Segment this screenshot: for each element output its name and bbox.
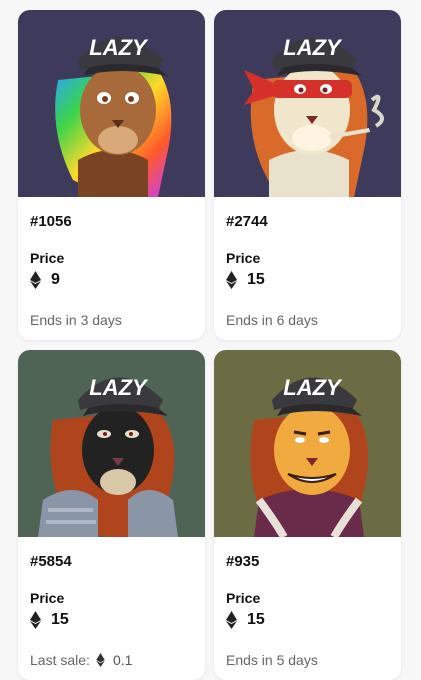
last-sale: Last sale: 0.1	[30, 652, 132, 668]
nft-card-1056[interactable]: LAZY #1056 Price 9 Ends in 3 days	[18, 10, 205, 340]
nft-image[interactable]: LAZY	[18, 10, 205, 197]
ethereum-icon	[96, 653, 105, 667]
nft-id: #5854	[30, 553, 72, 570]
last-sale-label: Last sale:	[30, 652, 90, 668]
auction-status: Ends in 6 days	[226, 312, 318, 328]
price-value: 15	[247, 271, 265, 288]
price-row: 9	[30, 270, 60, 290]
svg-text:LAZY: LAZY	[89, 375, 149, 400]
price-row: 15	[30, 610, 69, 630]
ethereum-icon	[226, 271, 237, 289]
lion-avatar-image: LAZY	[214, 10, 401, 197]
price-label: Price	[226, 250, 261, 266]
ethereum-icon	[30, 271, 41, 289]
lion-avatar-image: LAZY	[18, 10, 205, 197]
price-label: Price	[30, 250, 65, 266]
ethereum-icon	[226, 611, 237, 629]
price-row: 15	[226, 610, 265, 630]
svg-text:LAZY: LAZY	[283, 375, 343, 400]
svg-text:LAZY: LAZY	[283, 35, 343, 60]
svg-text:LAZY: LAZY	[89, 35, 149, 60]
auction-status: Ends in 3 days	[30, 312, 122, 328]
price-value: 15	[51, 611, 69, 628]
lion-avatar-image: LAZY	[214, 350, 401, 537]
nft-image[interactable]: LAZY	[18, 350, 205, 537]
nft-image[interactable]: LAZY	[214, 10, 401, 197]
nft-card-2744[interactable]: LAZY #2744 Price 15 Ends in 6 days	[214, 10, 401, 340]
price-label: Price	[30, 590, 65, 606]
price-label: Price	[226, 590, 261, 606]
nft-id: #935	[226, 553, 260, 570]
price-value: 9	[51, 271, 60, 288]
nft-id: #1056	[30, 213, 72, 230]
nft-card-5854[interactable]: LAZY #5854 Price 15 Last sale: 0.1	[18, 350, 205, 680]
lion-avatar-image: LAZY	[18, 350, 205, 537]
nft-card-935[interactable]: LAZY #935 Price 15 Ends in 5 days	[214, 350, 401, 680]
auction-status: Ends in 5 days	[226, 652, 318, 668]
price-row: 15	[226, 270, 265, 290]
ethereum-icon	[30, 611, 41, 629]
last-sale-value: 0.1	[112, 652, 133, 668]
nft-id: #2744	[226, 213, 268, 230]
nft-image[interactable]: LAZY	[214, 350, 401, 537]
price-value: 15	[247, 611, 265, 628]
